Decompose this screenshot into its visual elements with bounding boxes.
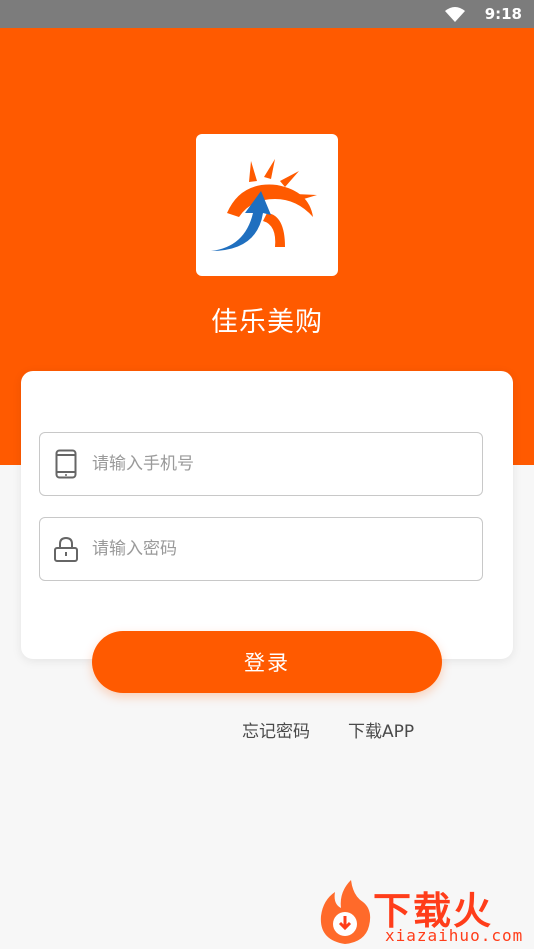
phone-input[interactable]	[92, 444, 482, 484]
phone-icon	[40, 432, 92, 496]
login-button[interactable]: 登录	[92, 631, 442, 693]
lock-icon	[40, 517, 92, 581]
rising-sun-arrow-logo-icon	[211, 159, 317, 251]
app-name: 佳乐美购	[211, 307, 323, 338]
forgot-password-link[interactable]: 忘记密码	[242, 717, 310, 742]
password-field[interactable]	[39, 517, 483, 581]
watermark-url: xiazaihuo.com	[385, 926, 524, 945]
app-logo	[196, 134, 338, 276]
login-card	[21, 371, 513, 659]
watermark: 下载火 xiazaihuo.com	[315, 878, 530, 946]
phone-field[interactable]	[39, 432, 483, 496]
status-time: 9:18	[484, 5, 522, 23]
password-input[interactable]	[92, 529, 482, 569]
wifi-icon	[444, 6, 465, 22]
flame-download-logo-icon	[320, 880, 371, 944]
status-bar: 9:18	[0, 0, 534, 28]
download-app-link[interactable]: 下载APP	[348, 717, 414, 742]
